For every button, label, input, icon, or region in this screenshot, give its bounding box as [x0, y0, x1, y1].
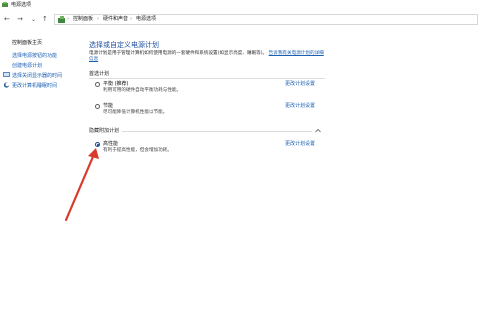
annotation-arrow: [64, 148, 99, 222]
